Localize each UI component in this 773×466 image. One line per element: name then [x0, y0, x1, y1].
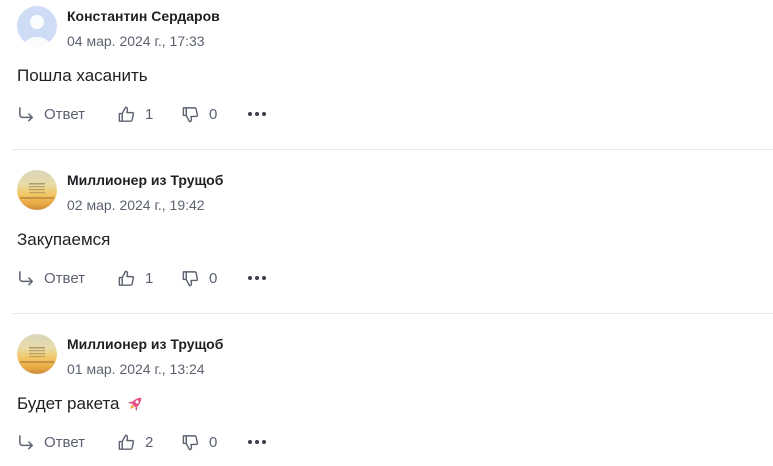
comment-item: Миллионер из Трущоб 01 мар. 2024 г., 13:… [0, 328, 773, 466]
like-button[interactable]: 2 [117, 428, 153, 456]
reply-arrow-icon [19, 434, 33, 449]
dislike-count: 0 [209, 105, 218, 123]
comment-text: Закупаемся [17, 230, 111, 249]
like-button[interactable]: 1 [117, 264, 153, 292]
reply-label: Ответ [44, 433, 86, 451]
thumbs-up-icon [118, 270, 135, 286]
thumbs-up-icon [118, 434, 135, 450]
comment-divider [12, 149, 773, 150]
comment-divider [12, 313, 773, 314]
avatar-image [20, 183, 54, 199]
rocket-emoji-icon [127, 397, 141, 412]
reply-label: Ответ [44, 269, 86, 287]
comment-date: 01 мар. 2024 г., 13:24 [67, 361, 205, 377]
avatar-image [20, 347, 54, 363]
like-count: 1 [145, 105, 154, 123]
more-options-button[interactable] [247, 428, 267, 456]
more-dots-icon [248, 276, 266, 280]
more-options-button[interactable] [247, 264, 267, 292]
comment-date: 02 мар. 2024 г., 19:42 [67, 197, 205, 213]
like-count: 1 [145, 269, 154, 287]
more-dots-icon [248, 440, 266, 444]
reply-arrow-icon [19, 106, 33, 121]
comment-actions: Ответ 1 0 [17, 264, 757, 292]
comment-text: Пошла хасанить [17, 66, 148, 85]
comment-actions: Ответ 2 0 [17, 428, 757, 456]
more-options-button[interactable] [247, 100, 267, 128]
comment-item: Миллионер из Трущоб 02 мар. 2024 г., 19:… [0, 164, 773, 313]
comment-author[interactable]: Миллионер из Трущоб [67, 172, 223, 188]
dislike-count: 0 [209, 433, 218, 451]
comment-item: Константин Сердаров 04 мар. 2024 г., 17:… [0, 0, 773, 149]
reply-button[interactable]: Ответ [17, 264, 85, 292]
avatar[interactable] [17, 6, 57, 46]
avatar[interactable] [17, 170, 57, 210]
avatar[interactable] [17, 334, 57, 374]
reply-button[interactable]: Ответ [17, 428, 85, 456]
reply-arrow-icon [19, 270, 33, 285]
like-count: 2 [145, 433, 154, 451]
reply-label: Ответ [44, 105, 86, 123]
thumbs-up-icon [118, 106, 135, 122]
default-user-icon [24, 15, 50, 46]
dislike-button[interactable]: 0 [181, 264, 217, 292]
like-button[interactable]: 1 [117, 100, 153, 128]
dislike-button[interactable]: 0 [181, 100, 217, 128]
thumbs-down-icon [182, 434, 199, 450]
comment-author[interactable]: Миллионер из Трущоб [67, 336, 223, 352]
comment-text-row: Будет ракета [17, 394, 145, 414]
comment-actions: Ответ 1 0 [17, 100, 757, 128]
comment-date: 04 мар. 2024 г., 17:33 [67, 33, 205, 49]
more-dots-icon [248, 112, 266, 116]
dislike-count: 0 [209, 269, 218, 287]
comment-text: Будет ракета [17, 394, 120, 413]
thumbs-down-icon [182, 270, 199, 286]
reply-button[interactable]: Ответ [17, 100, 85, 128]
dislike-button[interactable]: 0 [181, 428, 217, 456]
thumbs-down-icon [182, 106, 199, 122]
comment-author[interactable]: Константин Сердаров [67, 8, 220, 24]
